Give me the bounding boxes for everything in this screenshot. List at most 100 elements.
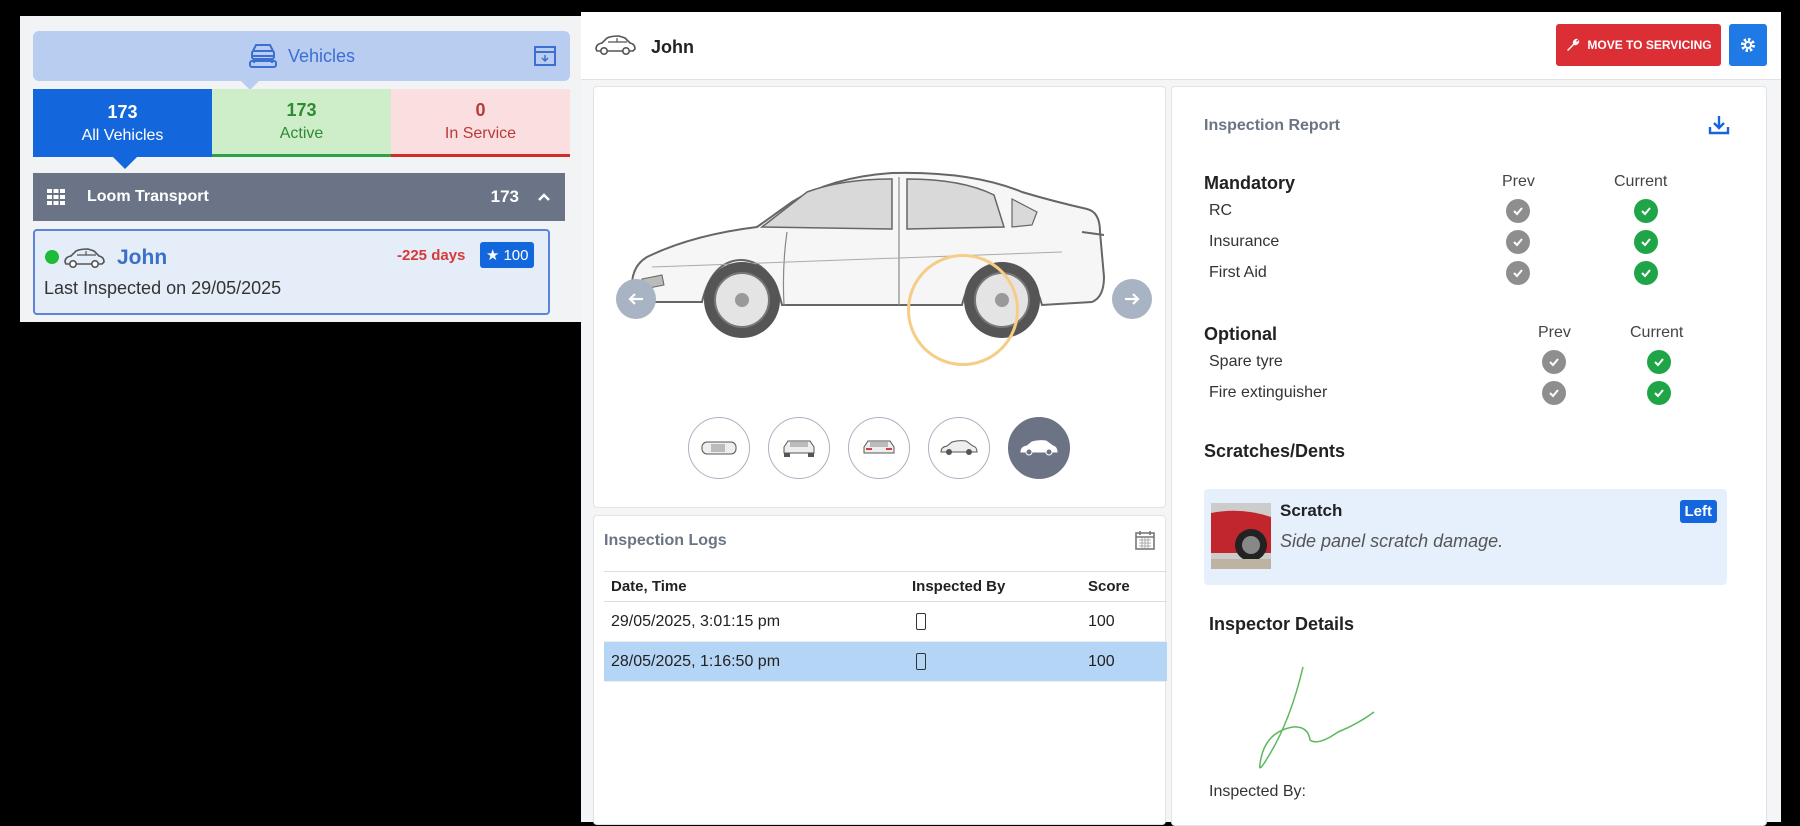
inspector-signature <box>1258 666 1375 769</box>
car-icon <box>595 35 636 56</box>
arrow-left-icon <box>628 293 643 305</box>
table-header-row: Date, Time Inspected By Score <box>604 571 1167 602</box>
table-row[interactable]: 28/05/2025, 1:16:50 pm 100 <box>604 641 1167 682</box>
check-icon <box>1634 261 1658 285</box>
column-header[interactable]: Score <box>1081 571 1167 602</box>
phone-icon <box>916 612 926 630</box>
scratch-description: Side panel scratch damage. <box>1280 531 1504 551</box>
filter-active[interactable]: 173 Active <box>212 89 391 157</box>
calendar-icon[interactable] <box>1135 530 1155 550</box>
archive-icon[interactable] <box>534 45 556 67</box>
scratch-photo <box>1211 503 1271 569</box>
in-service-label: In Service <box>444 125 517 142</box>
next-view-button[interactable] <box>1112 279 1152 319</box>
logs-title: Inspection Logs <box>604 532 727 549</box>
days-overdue: -225 days <box>397 247 466 264</box>
chevron-up-icon[interactable] <box>537 192 551 202</box>
car-top-icon <box>701 441 737 455</box>
vehicles-tab[interactable]: Vehicles <box>33 31 570 90</box>
checklist-item: Spare tyre <box>1209 353 1283 370</box>
mandatory-heading: Mandatory <box>1204 173 1296 193</box>
log-score: 100 <box>1081 601 1167 642</box>
phone-icon <box>916 652 926 670</box>
check-icon <box>1506 230 1530 254</box>
star-icon: ★ <box>486 247 500 264</box>
thumb-rear-view[interactable] <box>848 417 910 479</box>
prev-column-header: Prev <box>1502 173 1535 190</box>
inspection-logs-table: Date, Time Inspected By Score 29/05/2025… <box>604 571 1167 682</box>
current-column-header: Current <box>1614 173 1668 190</box>
thumb-right-view[interactable] <box>928 417 990 479</box>
score-badge: ★ 100 <box>480 242 535 268</box>
car-side-icon <box>940 440 978 455</box>
filter-in-service[interactable]: 0 In Service <box>391 89 570 157</box>
table-row[interactable]: 29/05/2025, 3:01:15 pm 100 <box>604 601 1167 642</box>
thumb-left-view[interactable] <box>1008 417 1070 479</box>
side-badge: Left <box>1679 500 1717 523</box>
active-label: Active <box>279 125 324 142</box>
checklist-item: Insurance <box>1209 233 1280 250</box>
car-icon <box>64 248 105 269</box>
checklist-item: First Aid <box>1209 264 1267 281</box>
optional-heading: Optional <box>1204 324 1277 344</box>
vehicle-detail-panel: John MOVE TO SERVICING Inspection Logs D… <box>581 12 1781 826</box>
prev-column-header: Prev <box>1538 324 1571 341</box>
all-label: All Vehicles <box>81 126 164 144</box>
detail-header: John MOVE TO SERVICING <box>581 12 1781 80</box>
log-score: 100 <box>1081 641 1167 682</box>
column-header[interactable]: Date, Time <box>604 571 905 602</box>
checklist-item: RC <box>1209 202 1233 219</box>
all-count: 173 <box>107 101 138 122</box>
previous-view-button[interactable] <box>616 279 656 319</box>
move-to-servicing-label: MOVE TO SERVICING <box>1587 38 1712 52</box>
active-count: 173 <box>286 100 317 120</box>
vehicle-list-panel: Vehicles 173 All Vehicles 173 Active 0 I… <box>20 16 581 322</box>
check-icon <box>1647 381 1671 405</box>
scratches-heading: Scratches/Dents <box>1204 441 1346 461</box>
vehicle-image-viewer <box>593 86 1166 508</box>
detail-title: John <box>651 37 694 57</box>
car-rear-icon <box>863 440 895 454</box>
car-side-view-image <box>630 171 1106 338</box>
vehicle-card[interactable]: John -225 days ★ 100 Last Inspected on 2… <box>33 229 550 315</box>
in-service-count: 0 <box>475 100 486 120</box>
scratch-item[interactable]: Scratch Side panel scratch damage. Left <box>1204 489 1727 585</box>
vehicle-name: John <box>117 246 168 269</box>
gear-icon <box>1741 38 1755 52</box>
status-dot <box>45 250 59 264</box>
last-inspected: Last Inspected on 29/05/2025 <box>44 278 282 298</box>
log-inspected-by <box>905 641 1081 682</box>
view-thumbnails <box>688 417 1070 479</box>
checklist-item: Fire extinguisher <box>1209 384 1328 401</box>
inspection-report-panel: Inspection Report Mandatory Prev Current… <box>1171 86 1767 826</box>
check-icon <box>1634 199 1658 223</box>
check-icon <box>1542 350 1566 374</box>
move-to-servicing-button[interactable]: MOVE TO SERVICING <box>1556 24 1721 66</box>
thumb-top-view[interactable] <box>688 417 750 479</box>
grid-icon <box>47 189 65 205</box>
log-datetime: 29/05/2025, 3:01:15 pm <box>604 601 905 642</box>
vehicles-icon <box>248 44 277 68</box>
group-header[interactable]: Loom Transport 173 <box>33 173 565 221</box>
car-side-icon <box>1020 440 1058 456</box>
group-count: 173 <box>490 187 519 206</box>
wrench-icon <box>1567 38 1580 51</box>
inspected-by-label: Inspected By: <box>1209 783 1306 800</box>
arrow-right-icon <box>1125 293 1140 305</box>
thumb-front-view[interactable] <box>768 417 830 479</box>
damage-marker[interactable] <box>907 254 1019 366</box>
check-icon <box>1647 350 1671 374</box>
column-header[interactable]: Inspected By <box>905 571 1081 602</box>
download-icon[interactable] <box>1708 114 1730 136</box>
filter-all-vehicles[interactable]: 173 All Vehicles <box>33 89 212 169</box>
check-icon <box>1634 230 1658 254</box>
vehicle-stats: 173 All Vehicles 173 Active 0 In Service <box>33 89 570 169</box>
inspector-heading: Inspector Details <box>1209 614 1355 634</box>
settings-button[interactable] <box>1729 24 1767 66</box>
check-icon <box>1542 381 1566 405</box>
car-front-icon <box>783 440 815 457</box>
scratch-title: Scratch <box>1280 501 1343 520</box>
vehicles-label: Vehicles <box>287 45 356 66</box>
score-value: 100 <box>503 246 529 264</box>
check-icon <box>1506 261 1530 285</box>
